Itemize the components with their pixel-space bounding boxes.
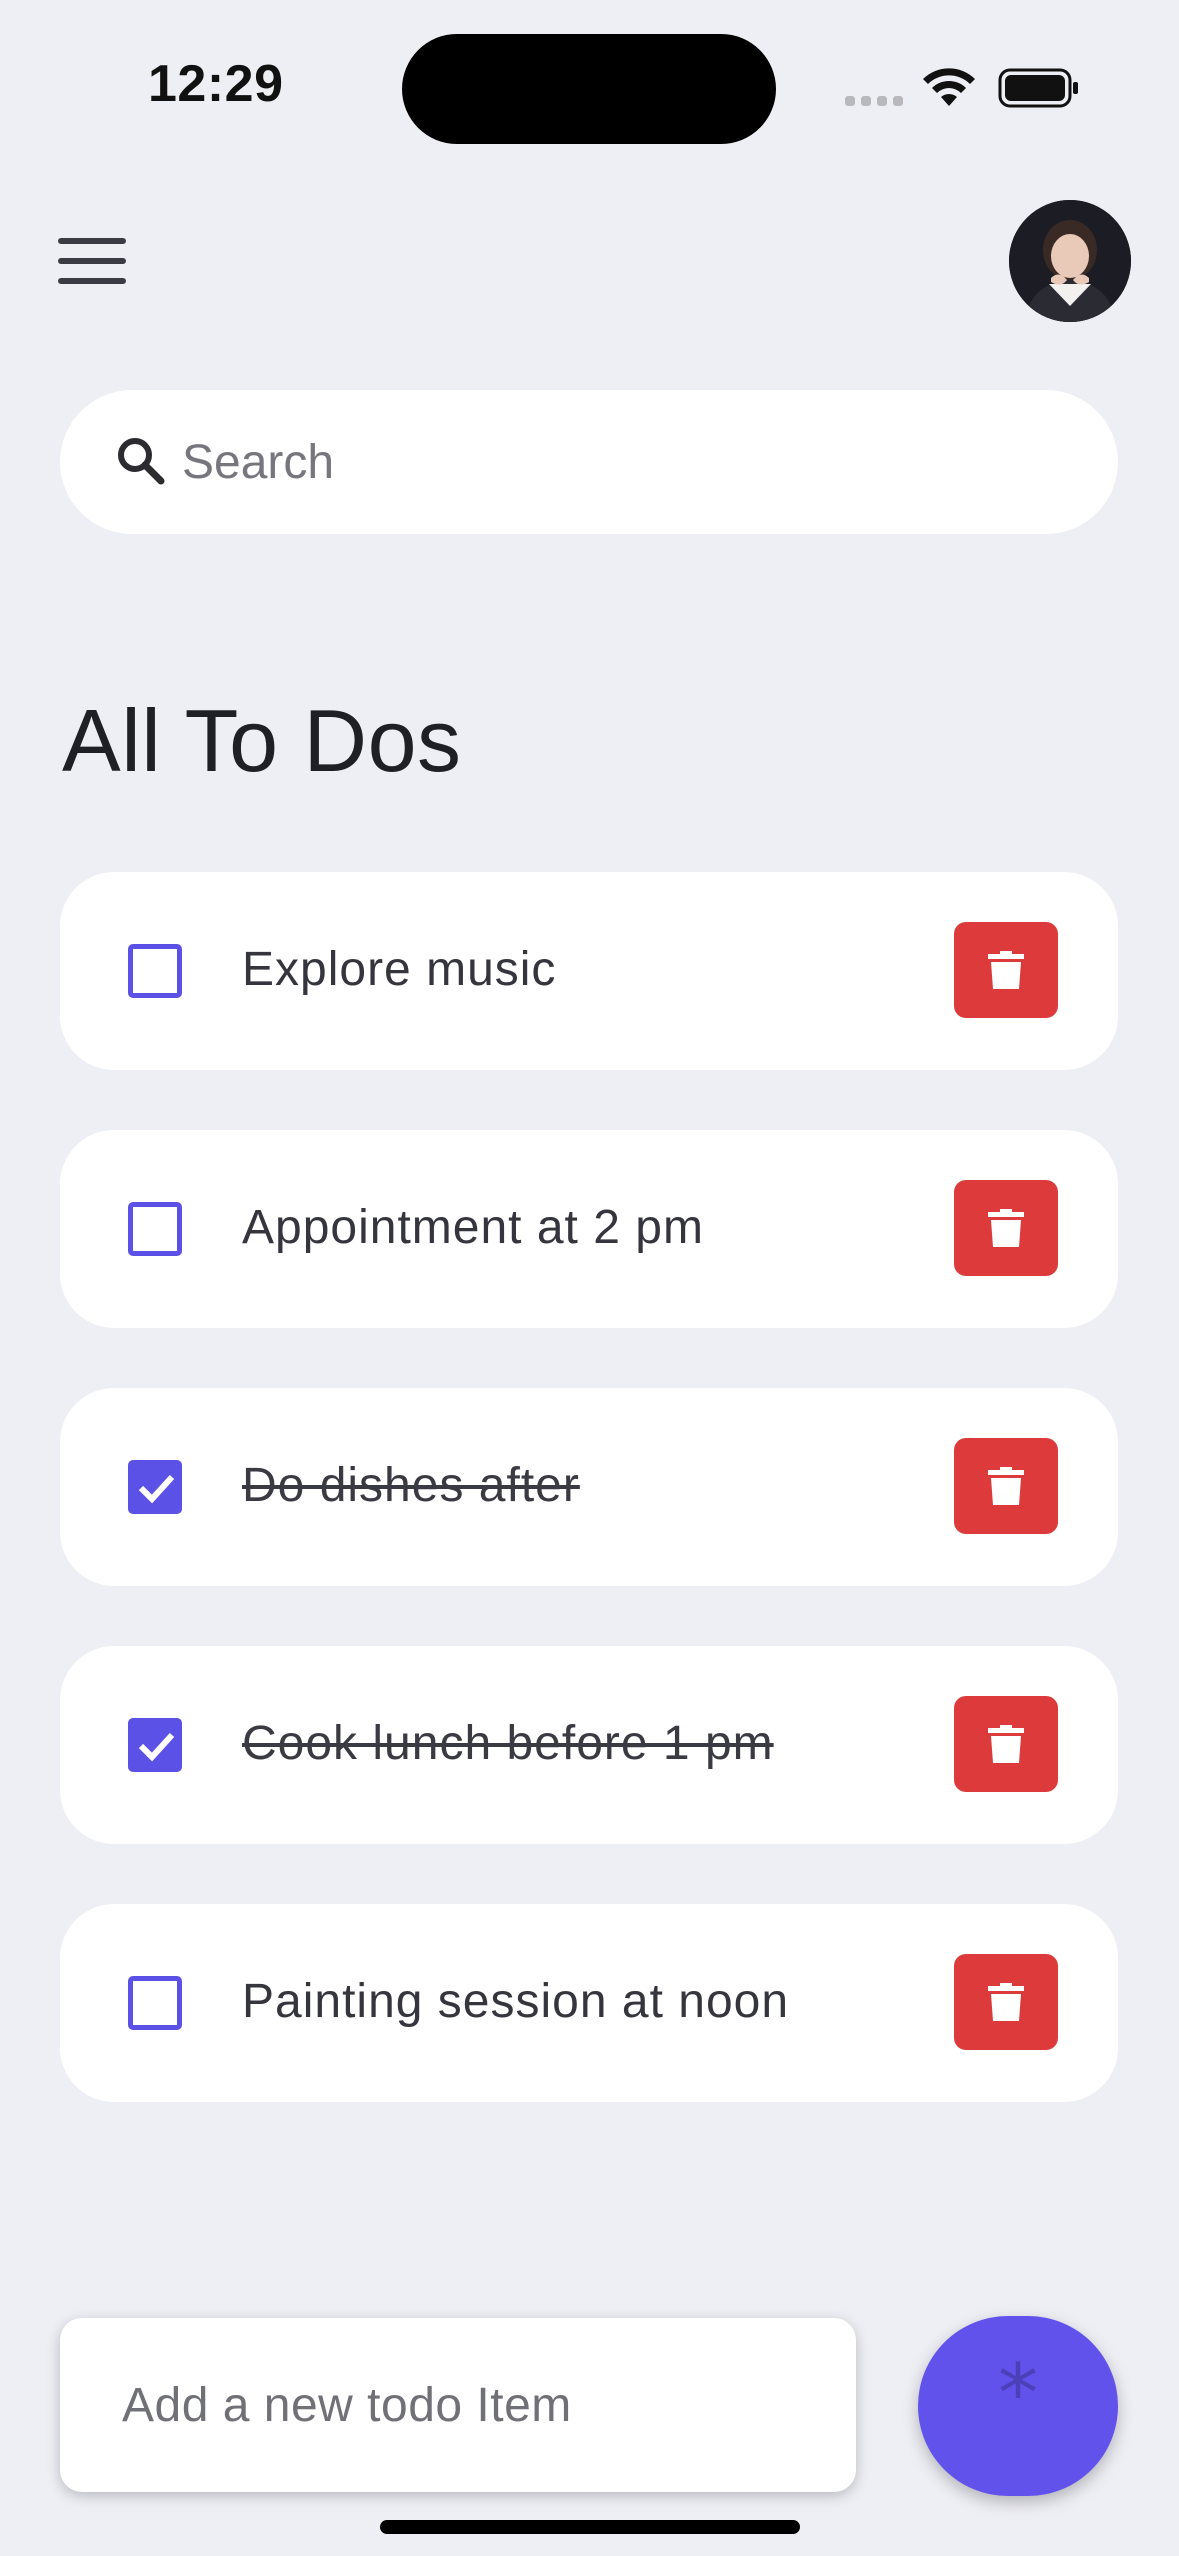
checkmark-icon	[138, 1732, 175, 1762]
todo-text: Explore music	[242, 943, 557, 996]
trash-icon	[988, 1725, 1024, 1763]
todo-checkbox[interactable]	[128, 1718, 182, 1772]
cellular-signal-icon	[845, 96, 903, 106]
page-title: All To Dos	[62, 691, 462, 790]
delete-button[interactable]	[954, 1696, 1058, 1792]
trash-icon	[988, 1467, 1024, 1505]
avatar-image	[1009, 200, 1131, 322]
add-todo-field[interactable]	[60, 2318, 856, 2492]
todo-checkbox[interactable]	[128, 1976, 182, 2030]
todo-checkbox[interactable]	[128, 1460, 182, 1514]
todo-text: Cook lunch before 1 pm	[242, 1717, 774, 1770]
search-bar[interactable]	[60, 390, 1118, 534]
todo-item[interactable]: Cook lunch before 1 pm	[60, 1646, 1118, 1844]
todo-list: Explore music Appointment at 2 pm Do dis…	[60, 872, 1118, 2162]
avatar[interactable]	[1009, 200, 1131, 322]
trash-icon	[988, 1983, 1024, 2021]
delete-button[interactable]	[954, 1180, 1058, 1276]
wifi-icon	[923, 68, 975, 106]
todo-checkbox[interactable]	[128, 1202, 182, 1256]
trash-icon	[988, 1209, 1024, 1247]
checkmark-icon	[138, 1474, 175, 1504]
dynamic-island	[402, 34, 776, 144]
todo-item[interactable]: Painting session at noon	[60, 1904, 1118, 2102]
delete-button[interactable]	[954, 1438, 1058, 1534]
status-time: 12:29	[148, 55, 284, 113]
todo-item[interactable]: Appointment at 2 pm	[60, 1130, 1118, 1328]
search-input[interactable]	[182, 420, 1062, 504]
battery-icon	[998, 68, 1078, 108]
add-todo-button[interactable]: *	[918, 2316, 1118, 2496]
delete-button[interactable]	[954, 922, 1058, 1018]
search-icon	[118, 438, 165, 485]
todo-item[interactable]: Explore music	[60, 872, 1118, 1070]
add-todo-input[interactable]	[122, 2362, 822, 2448]
todo-text: Do dishes after	[242, 1459, 580, 1512]
home-indicator	[380, 2520, 800, 2534]
todo-text: Painting session at noon	[242, 1975, 790, 2028]
delete-button[interactable]	[954, 1954, 1058, 2050]
todo-text: Appointment at 2 pm	[242, 1201, 704, 1254]
add-button-glyph: *	[998, 2347, 1038, 2440]
menu-icon[interactable]	[58, 238, 128, 288]
trash-icon	[988, 951, 1024, 989]
todo-checkbox[interactable]	[128, 944, 182, 998]
todo-item[interactable]: Do dishes after	[60, 1388, 1118, 1586]
